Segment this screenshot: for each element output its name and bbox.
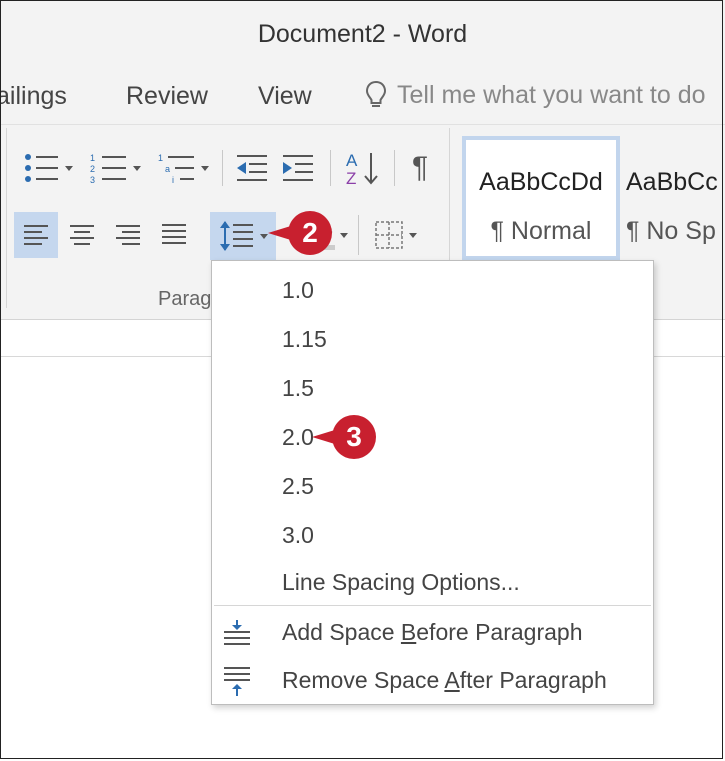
show-formatting-button[interactable]: ¶ [400, 148, 440, 188]
menu-text: Remove Space [282, 667, 445, 693]
spacing-option-1-0[interactable]: 1.0 [282, 277, 314, 304]
remove-space-after-paragraph[interactable]: Remove Space After Paragraph [282, 667, 607, 694]
svg-text:A: A [346, 151, 358, 170]
menu-text: efore Paragraph [416, 619, 583, 645]
sort-az-icon: A Z [346, 151, 378, 187]
menu-text: fter Paragraph [459, 667, 607, 693]
style-name: ¶ Normal [490, 217, 592, 245]
align-right-icon [116, 225, 140, 245]
svg-text:1: 1 [90, 153, 95, 163]
chevron-down-icon [339, 232, 348, 238]
menu-divider [214, 605, 651, 606]
divider [330, 150, 331, 186]
callout-step-3: 3 [312, 415, 376, 459]
multilevel-list-icon: 1 a i [158, 153, 194, 184]
tell-me-placeholder: Tell me what you want to do [397, 80, 706, 109]
ribbon-tabs: ailings Review View Tell me what you wan… [0, 70, 725, 124]
spacing-option-1-15[interactable]: 1.15 [282, 326, 327, 353]
lightbulb-icon [365, 80, 387, 107]
callout-step-2: 2 [268, 211, 332, 255]
borders-button[interactable] [364, 212, 426, 258]
numbering-button[interactable]: 1 2 3 [84, 150, 146, 186]
window-title: Document2 - Word [257, 20, 468, 48]
style-no-spacing[interactable]: AaBbCc ¶ No Sp [626, 136, 725, 252]
increase-indent-icon [283, 155, 313, 181]
styles-gallery: AaBbCcDd ¶ Normal AaBbCc ¶ No Sp [456, 132, 725, 260]
spacing-option-1-5[interactable]: 1.5 [282, 375, 314, 402]
divider [358, 215, 359, 255]
style-normal[interactable]: AaBbCcDd ¶ Normal [462, 136, 620, 260]
justify-icon [162, 224, 186, 244]
callout-number: 3 [332, 415, 376, 459]
style-sample: AaBbCc [626, 168, 718, 196]
paragraph-group-label: Parag [158, 288, 212, 310]
center-button[interactable] [60, 212, 104, 258]
tab-review[interactable]: Review [126, 82, 208, 111]
menu-text: Add Space [282, 619, 401, 645]
spacing-option-3-0[interactable]: 3.0 [282, 522, 314, 549]
add-space-before-paragraph[interactable]: Add Space Before Paragraph [282, 619, 583, 646]
justify-button[interactable] [152, 212, 196, 258]
add-space-before-icon [224, 620, 250, 645]
align-left-icon [24, 225, 48, 245]
tab-mailings[interactable]: ailings [0, 82, 67, 111]
increase-indent-button[interactable] [278, 150, 318, 186]
line-spacing-options[interactable]: Line Spacing Options... [282, 569, 520, 596]
chevron-down-icon [64, 165, 73, 171]
multilevel-list-button[interactable]: 1 a i [152, 150, 214, 186]
group-separator [6, 128, 7, 308]
line-spacing-icon [219, 221, 253, 251]
chevron-down-icon [259, 233, 268, 239]
svg-text:1: 1 [158, 153, 163, 163]
divider [222, 150, 223, 186]
tell-me-box[interactable]: Tell me what you want to do [365, 80, 706, 110]
borders-icon [374, 221, 403, 249]
bullets-button[interactable] [18, 150, 78, 186]
bullets-icon [24, 154, 58, 182]
align-right-button[interactable] [106, 212, 150, 258]
svg-text:i: i [172, 175, 174, 184]
decrease-indent-icon [237, 155, 267, 181]
line-spacing-button[interactable] [210, 212, 276, 260]
style-sample: AaBbCcDd [479, 168, 603, 196]
line-spacing-menu: 1.0 1.15 1.5 2.0 2.5 3.0 Line Spacing Op… [211, 260, 654, 705]
callout-number: 2 [288, 211, 332, 255]
svg-text:3: 3 [90, 175, 95, 184]
spacing-option-2-0[interactable]: 2.0 [282, 424, 314, 451]
style-name: ¶ No Sp [626, 217, 716, 245]
chevron-down-icon [200, 165, 209, 171]
align-left-button[interactable] [14, 212, 58, 258]
svg-text:a: a [165, 164, 170, 174]
menu-accelerator: A [444, 667, 460, 693]
align-center-icon [70, 225, 94, 245]
decrease-indent-button[interactable] [232, 150, 272, 186]
chevron-down-icon [132, 165, 141, 171]
tab-view[interactable]: View [258, 82, 312, 111]
pilcrow-icon: ¶ [411, 151, 429, 184]
spacing-option-2-5[interactable]: 2.5 [282, 473, 314, 500]
sort-button[interactable]: A Z [340, 148, 384, 188]
svg-text:2: 2 [90, 164, 95, 174]
remove-space-after-icon [224, 667, 250, 696]
ribbon-top-border [0, 124, 725, 125]
title-bar: Document2 - Word [0, 0, 725, 70]
menu-accelerator: B [400, 619, 417, 645]
numbering-icon: 1 2 3 [90, 153, 126, 184]
svg-text:Z: Z [346, 169, 356, 187]
divider [394, 150, 395, 186]
chevron-down-icon [408, 232, 417, 238]
